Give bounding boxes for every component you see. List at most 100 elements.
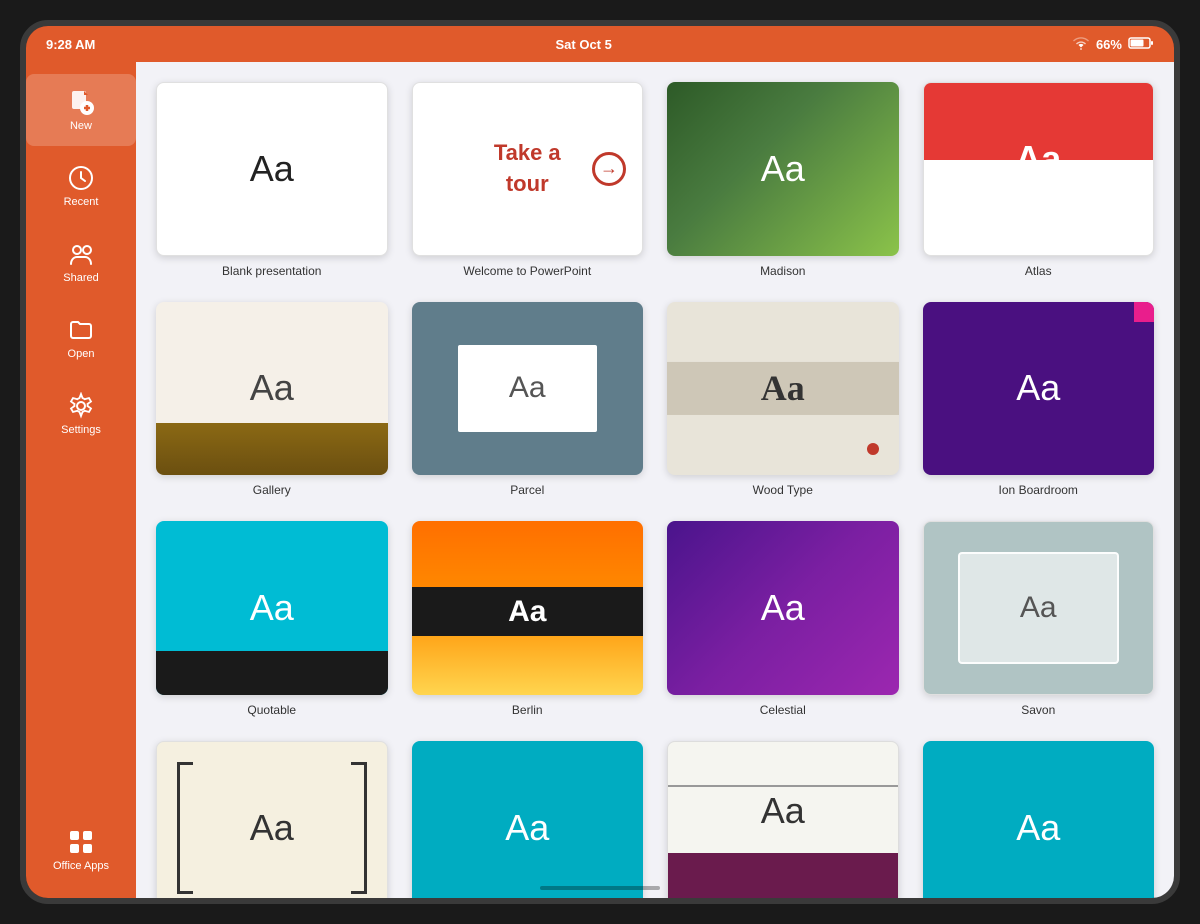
template-savon[interactable]: Aa Savon bbox=[923, 521, 1155, 717]
template-dividend[interactable]: Aa Dividend bbox=[667, 741, 899, 898]
dividend-purple-bar bbox=[668, 853, 898, 898]
template-thumb-frame: Aa bbox=[923, 741, 1155, 898]
battery-label: 66% bbox=[1096, 37, 1122, 52]
gallery-wood-strip bbox=[156, 423, 388, 475]
wifi-icon bbox=[1072, 36, 1090, 53]
scroll-indicator bbox=[540, 886, 660, 890]
gallery-aa: Aa bbox=[250, 367, 294, 409]
tour-text-line1: Take a bbox=[494, 140, 561, 166]
template-thumb-madison: Aa bbox=[667, 82, 899, 256]
tour-text-line2: tour bbox=[506, 171, 549, 197]
template-name-berlin: Berlin bbox=[512, 703, 543, 717]
sidebar-item-new[interactable]: New bbox=[26, 74, 136, 146]
template-gallery[interactable]: Aa Gallery bbox=[156, 302, 388, 498]
crop-bracket-left bbox=[177, 762, 193, 894]
template-frame[interactable]: Aa Frame bbox=[923, 741, 1155, 898]
battery-icon bbox=[1128, 36, 1154, 53]
crop-bracket-right bbox=[351, 762, 367, 894]
template-name-parcel: Parcel bbox=[510, 483, 544, 497]
parcel-aa: Aa bbox=[509, 371, 546, 405]
sidebar-item-office-apps-label: Office Apps bbox=[53, 860, 109, 872]
status-right: 66% bbox=[1072, 36, 1154, 53]
new-icon bbox=[67, 88, 95, 116]
status-bar: 9:28 AM Sat Oct 5 66% bbox=[26, 26, 1174, 62]
template-name-madison: Madison bbox=[760, 264, 805, 278]
sidebar-item-recent[interactable]: Recent bbox=[26, 150, 136, 222]
quotable-black-bottom bbox=[156, 651, 388, 694]
open-icon bbox=[67, 316, 95, 344]
office-apps-icon bbox=[67, 828, 95, 856]
crop-aa: Aa bbox=[250, 807, 294, 849]
template-thumb-celestial: Aa bbox=[667, 521, 899, 695]
template-crop[interactable]: Aa Crop bbox=[156, 741, 388, 898]
madison-aa: Aa bbox=[761, 148, 805, 190]
template-thumb-tour: Take a tour → bbox=[412, 82, 644, 256]
template-parcel[interactable]: Aa Parcel bbox=[412, 302, 644, 498]
template-madison[interactable]: Aa Madison bbox=[667, 82, 899, 278]
recent-icon bbox=[67, 164, 95, 192]
template-berlin[interactable]: Aa Berlin bbox=[412, 521, 644, 717]
status-date: Sat Oct 5 bbox=[555, 37, 611, 52]
ionboardroom-aa: Aa bbox=[1016, 367, 1060, 409]
template-thumb-woodtype: Aa bbox=[667, 302, 899, 476]
celestial-aa: Aa bbox=[761, 587, 805, 629]
berlin-black-stripe: Aa bbox=[412, 587, 644, 636]
template-name-atlas: Atlas bbox=[1025, 264, 1052, 278]
template-thumb-quotable: Aa bbox=[156, 521, 388, 695]
device-frame: 9:28 AM Sat Oct 5 66% bbox=[20, 20, 1180, 904]
template-name-blank: Blank presentation bbox=[222, 264, 321, 278]
template-thumb-berlin: Aa bbox=[412, 521, 644, 695]
tour-circle: → bbox=[592, 152, 626, 186]
template-tour[interactable]: Take a tour → Welcome to PowerPoint bbox=[412, 82, 644, 278]
sidebar: New Recent Shared bbox=[26, 62, 136, 898]
templates-grid: Aa Blank presentation Take a tour → Welc… bbox=[156, 82, 1154, 898]
woodtype-dot bbox=[867, 443, 879, 455]
sidebar-item-open-label: Open bbox=[68, 348, 95, 360]
template-quotable[interactable]: Aa Quotable bbox=[156, 521, 388, 717]
main-container: New Recent Shared bbox=[26, 62, 1174, 898]
template-name-gallery: Gallery bbox=[253, 483, 291, 497]
template-name-quotable: Quotable bbox=[247, 703, 296, 717]
template-thumb-parcel: Aa bbox=[412, 302, 644, 476]
woodtype-aa: Aa bbox=[761, 367, 805, 409]
sidebar-item-new-label: New bbox=[70, 120, 92, 132]
shared-icon bbox=[67, 240, 95, 268]
template-celestial[interactable]: Aa Celestial bbox=[667, 521, 899, 717]
circuit-aa: Aa bbox=[505, 807, 549, 849]
sidebar-item-settings[interactable]: Settings bbox=[26, 378, 136, 450]
dividend-aa: Aa bbox=[761, 790, 805, 832]
template-blank[interactable]: Aa Blank presentation bbox=[156, 82, 388, 278]
status-time: 9:28 AM bbox=[46, 37, 95, 52]
template-circuit[interactable]: Aa Circuit bbox=[412, 741, 644, 898]
template-name-savon: Savon bbox=[1021, 703, 1055, 717]
blank-aa: Aa bbox=[250, 148, 294, 190]
template-thumb-circuit: Aa bbox=[412, 741, 644, 898]
template-thumb-atlas: Aa bbox=[923, 82, 1155, 256]
dividend-top-line bbox=[668, 785, 898, 787]
sidebar-item-shared-label: Shared bbox=[63, 272, 98, 284]
template-thumb-dividend: Aa bbox=[667, 741, 899, 898]
parcel-white-box: Aa bbox=[458, 345, 597, 432]
frame-aa: Aa bbox=[1016, 807, 1060, 849]
template-thumb-savon: Aa bbox=[923, 521, 1155, 695]
sidebar-item-office-apps[interactable]: Office Apps bbox=[26, 814, 136, 886]
sidebar-item-recent-label: Recent bbox=[64, 196, 99, 208]
template-thumb-crop: Aa bbox=[156, 741, 388, 898]
atlas-aa: Aa bbox=[1015, 138, 1061, 180]
template-thumb-gallery: Aa bbox=[156, 302, 388, 476]
sidebar-item-shared[interactable]: Shared bbox=[26, 226, 136, 298]
sidebar-item-open[interactable]: Open bbox=[26, 302, 136, 374]
ionboardroom-corner bbox=[1134, 302, 1154, 322]
savon-inner: Aa bbox=[958, 552, 1119, 664]
berlin-aa: Aa bbox=[508, 595, 546, 629]
quotable-aa: Aa bbox=[250, 587, 294, 629]
template-name-ionboardroom: Ion Boardroom bbox=[999, 483, 1078, 497]
template-atlas[interactable]: Aa Atlas bbox=[923, 82, 1155, 278]
template-thumb-blank: Aa bbox=[156, 82, 388, 256]
content-area[interactable]: Aa Blank presentation Take a tour → Welc… bbox=[136, 62, 1174, 898]
template-woodtype[interactable]: Aa Wood Type bbox=[667, 302, 899, 498]
sidebar-item-settings-label: Settings bbox=[61, 424, 101, 436]
template-name-celestial: Celestial bbox=[760, 703, 806, 717]
template-ionboardroom[interactable]: Aa Ion Boardroom bbox=[923, 302, 1155, 498]
template-thumb-ionboardroom: Aa bbox=[923, 302, 1155, 476]
